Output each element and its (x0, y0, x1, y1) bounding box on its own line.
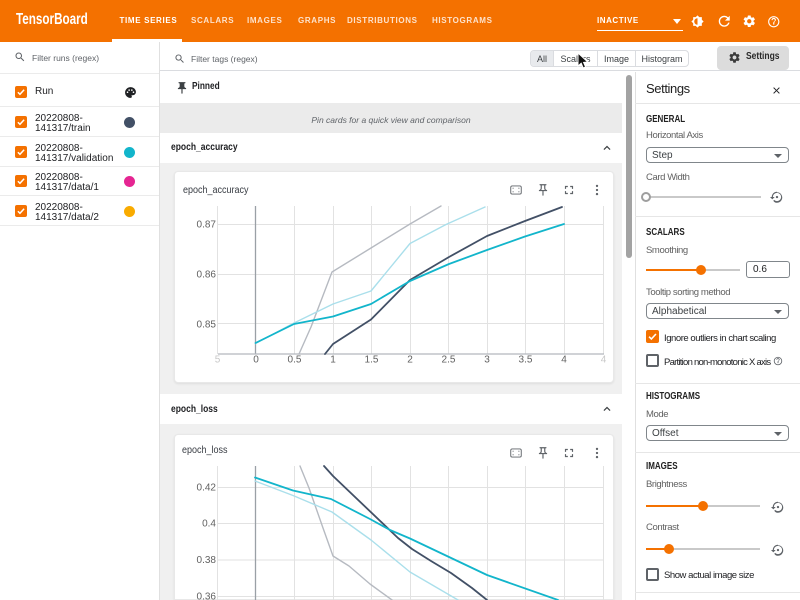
svg-text:0.87: 0.87 (197, 220, 217, 231)
svg-text:3: 3 (484, 355, 490, 366)
svg-text:0.36: 0.36 (197, 592, 217, 600)
svg-text:4: 4 (561, 355, 567, 366)
svg-text:4: 4 (601, 355, 607, 366)
svg-text:3.5: 3.5 (519, 355, 533, 366)
svg-text:0.38: 0.38 (197, 555, 217, 566)
svg-text:2.5: 2.5 (442, 355, 456, 366)
svg-text:0.4: 0.4 (202, 519, 216, 530)
svg-text:1.5: 1.5 (365, 355, 379, 366)
svg-text:5: 5 (215, 355, 221, 366)
svg-text:0.42: 0.42 (197, 483, 217, 494)
svg-text:0.5: 0.5 (288, 355, 302, 366)
svg-text:1: 1 (330, 355, 336, 366)
svg-text:0: 0 (253, 355, 259, 366)
svg-text:0.85: 0.85 (197, 320, 217, 331)
svg-text:0.86: 0.86 (197, 270, 217, 281)
svg-text:2: 2 (407, 355, 413, 366)
